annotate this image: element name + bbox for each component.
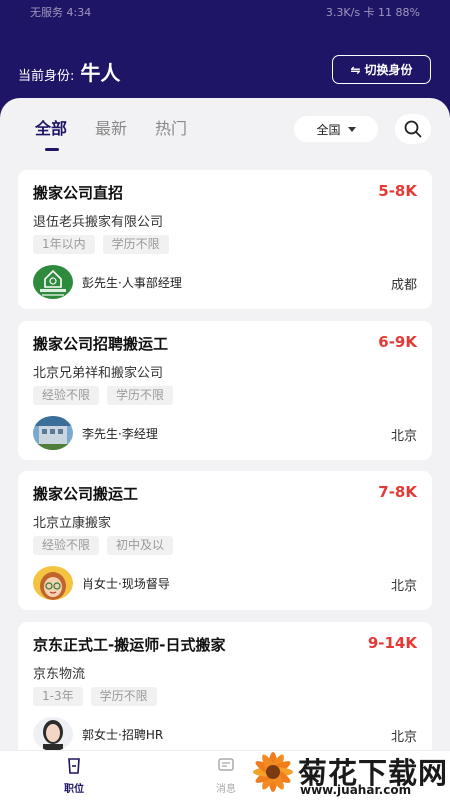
chrysanthemum-logo-icon [253, 752, 293, 792]
search-icon [404, 120, 422, 138]
tab-latest[interactable]: 最新 [95, 115, 127, 143]
company-name: 北京立康搬家 [33, 516, 112, 531]
identity-value: 牛人 [80, 61, 121, 85]
job-city: 北京 [390, 429, 417, 444]
job-card[interactable]: 搬家公司搬运工 7-8K 北京立康搬家 经验不限 初中及以 肖女士·现场督导 北… [18, 471, 432, 610]
job-tags: 1-3年 学历不限 [33, 687, 165, 706]
status-bar: 无服务 4:34 3.3K/s 卡 11 88% [30, 4, 420, 22]
job-tags: 1年以内 学历不限 [33, 235, 177, 254]
filter-tabs: 全部 最新 热门 [35, 115, 215, 151]
swap-icon: ⇋ [350, 62, 361, 77]
job-title: 搬家公司招聘搬运工 [33, 335, 169, 353]
job-city: 北京 [390, 579, 417, 594]
job-salary: 7-8K [378, 483, 417, 501]
status-right: 3.3K/s 卡 11 88% [325, 6, 420, 19]
region-value: 全国 [316, 122, 341, 137]
job-salary: 9-14K [367, 634, 417, 652]
company-name: 京东物流 [33, 667, 86, 682]
switch-identity-label: 切换身份 [364, 63, 413, 77]
building-photo-icon [33, 416, 73, 450]
tabbar-item-jobs[interactable]: 职位 [44, 757, 104, 795]
tag-education: 学历不限 [90, 687, 157, 706]
tab-hot[interactable]: 热门 [155, 115, 187, 143]
site-watermark: 菊花下载网 www.juahar.com [246, 746, 450, 800]
status-left: 无服务 4:34 [30, 6, 92, 19]
job-salary: 6-9K [378, 333, 417, 351]
watermark-url: www.juahar.com [300, 783, 412, 797]
job-title: 京东正式工-搬运师-日式搬家 [33, 636, 226, 654]
tab-all[interactable]: 全部 [35, 115, 67, 151]
chevron-down-icon [347, 126, 356, 132]
company-name: 退伍老兵搬家有限公司 [33, 215, 164, 230]
job-title: 搬家公司搬运工 [33, 485, 139, 503]
job-city: 成都 [390, 278, 417, 293]
region-select[interactable]: 全国 [294, 116, 378, 142]
recruiter-name: 郭女士·招聘HR [82, 728, 164, 742]
job-city: 北京 [390, 730, 417, 745]
company-name: 北京兄弟祥和搬家公司 [33, 366, 164, 381]
current-identity: 当前身份: 牛人 [18, 57, 120, 86]
recruiter-name: 肖女士·现场督导 [82, 577, 170, 591]
briefcase-icon [68, 758, 80, 774]
job-salary: 5-8K [378, 182, 417, 200]
message-icon [218, 758, 234, 771]
tabbar-label-jobs: 职位 [64, 784, 84, 795]
job-card[interactable]: 搬家公司招聘搬运工 6-9K 北京兄弟祥和搬家公司 经验不限 学历不限 李先生·… [18, 321, 432, 460]
woman-photo-icon [33, 717, 73, 751]
tag-experience: 经验不限 [33, 386, 100, 405]
search-button[interactable] [395, 114, 431, 144]
job-tags: 经验不限 初中及以 [33, 536, 181, 555]
job-card[interactable]: 京东正式工-搬运师-日式搬家 9-14K 京东物流 1-3年 学历不限 郭女士·… [18, 622, 432, 761]
tag-education: 学历不限 [107, 386, 174, 405]
job-card[interactable]: 搬家公司直招 5-8K 退伍老兵搬家有限公司 1年以内 学历不限 彭先生·人事部… [18, 170, 432, 309]
switch-identity-button[interactable]: ⇋ 切换身份 [332, 55, 431, 84]
identity-label: 当前身份: [18, 69, 75, 84]
tag-education: 初中及以 [107, 536, 174, 555]
tag-education: 学历不限 [102, 235, 169, 254]
job-title: 搬家公司直招 [33, 184, 124, 202]
cartoon-avatar-icon [33, 566, 73, 600]
job-tags: 经验不限 学历不限 [33, 386, 181, 405]
tag-experience: 1-3年 [33, 687, 83, 706]
recruiter-name: 李先生·李经理 [82, 427, 158, 441]
tag-experience: 经验不限 [33, 536, 100, 555]
recruiter-name: 彭先生·人事部经理 [82, 276, 182, 290]
company-logo-icon [33, 265, 73, 299]
tag-experience: 1年以内 [33, 235, 95, 254]
